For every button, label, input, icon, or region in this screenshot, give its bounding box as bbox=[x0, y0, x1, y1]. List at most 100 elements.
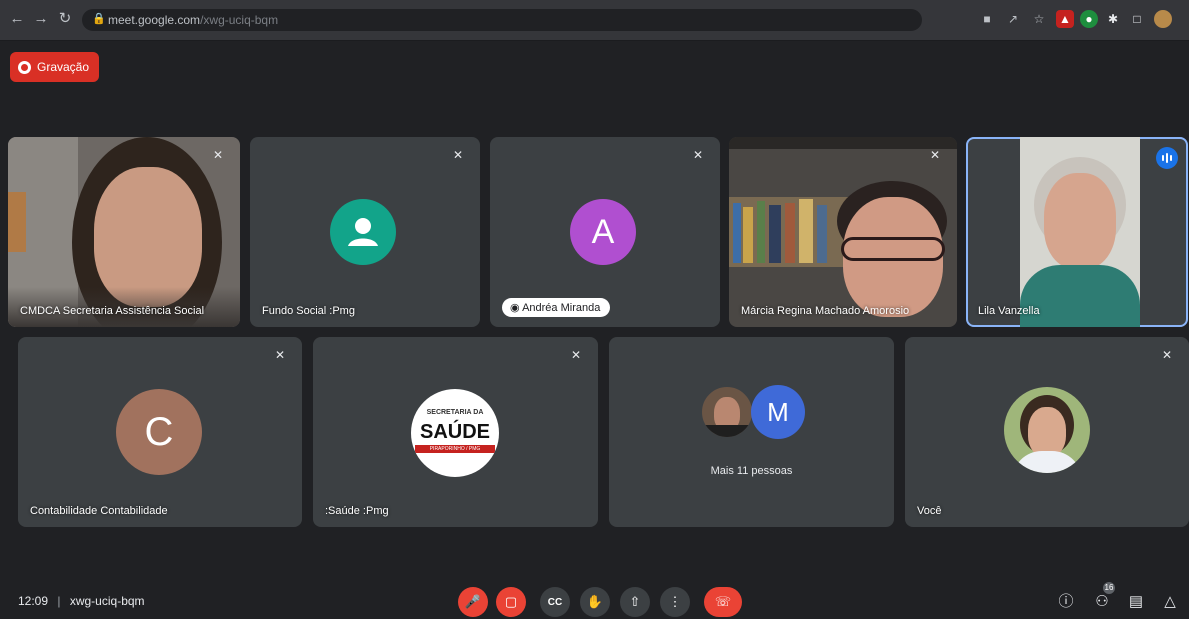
mic-off-icon: ✕ bbox=[274, 348, 286, 362]
mic-off-icon: ✕ bbox=[570, 348, 582, 362]
speaking-indicator-icon bbox=[1156, 147, 1178, 169]
lock-icon: 🔒 bbox=[92, 13, 106, 25]
activities-icon[interactable]: △ bbox=[1160, 592, 1180, 612]
recording-label: Gravação bbox=[37, 60, 90, 74]
video-background bbox=[785, 203, 795, 263]
participant-name: Lila Vanzella bbox=[978, 305, 1040, 317]
extensions-puzzle-icon[interactable]: ✱ bbox=[1104, 10, 1122, 28]
hand-icon: ✋ bbox=[586, 594, 604, 609]
meeting-info: 12:09 | xwg-uciq-bqm bbox=[18, 594, 145, 608]
people-icon[interactable]: ⚇ bbox=[1092, 592, 1112, 612]
people-count-badge: 16 bbox=[1103, 582, 1115, 594]
mic-off-icon: 🎤 bbox=[464, 594, 482, 609]
record-icon bbox=[18, 60, 31, 74]
raise-hand-button[interactable]: ✋ bbox=[580, 587, 610, 617]
share-icon[interactable]: ↗ bbox=[1004, 10, 1022, 28]
participant-tile[interactable]: SECRETARIA DA SAÚDE PIRAPORINHO / PMG ✕ … bbox=[313, 337, 598, 527]
recording-badge[interactable]: Gravação bbox=[10, 52, 100, 82]
camera-off-button[interactable]: ▢ bbox=[496, 587, 526, 617]
participant-name: CMDCA Secretaria Assistência Social bbox=[20, 305, 205, 317]
address-bar[interactable]: 🔒 meet.google.com/xwg-uciq-bqm bbox=[82, 9, 922, 31]
arrow-left-icon[interactable]: ← bbox=[8, 10, 26, 28]
more-options-button[interactable]: ⋮ bbox=[660, 587, 690, 617]
avatar-letter: A bbox=[591, 212, 615, 251]
side-panel-icon[interactable]: □ bbox=[1128, 10, 1146, 28]
logo-top-text: SECRETARIA DA bbox=[426, 409, 484, 416]
avatar-letter: M bbox=[767, 396, 789, 427]
participant-name: Você bbox=[917, 505, 942, 517]
leave-call-button[interactable]: ☏ bbox=[704, 587, 742, 617]
bookmark-star-icon[interactable]: ☆ bbox=[1030, 10, 1048, 28]
logo-bottom-text: PIRAPORINHO / PMG bbox=[429, 446, 481, 452]
logo-main-text: SAÚDE bbox=[419, 421, 490, 443]
participant-name-text: Andréa Miranda bbox=[522, 302, 601, 314]
avatar-letter: C bbox=[144, 409, 174, 454]
present-button[interactable]: ⇧ bbox=[620, 587, 650, 617]
video-background bbox=[8, 192, 26, 252]
more-vert-icon: ⋮ bbox=[668, 594, 682, 609]
participant-name: Fundo Social :Pmg bbox=[262, 305, 355, 317]
url-path: /xwg-uciq-bqm bbox=[200, 13, 279, 27]
media-icon[interactable]: ■ bbox=[978, 10, 996, 28]
browser-toolbar: ← → ↻ 🔒 meet.google.com/xwg-uciq-bqm ■ ↗… bbox=[0, 0, 1189, 41]
others-tile[interactable]: M Mais 11 pessoas bbox=[609, 337, 894, 527]
mic-off-icon: ✕ bbox=[212, 148, 224, 162]
person-icon bbox=[348, 218, 378, 246]
video-background bbox=[817, 205, 827, 263]
participant-tile[interactable]: ✕ CMDCA Secretaria Assistência Social bbox=[8, 137, 240, 327]
extension-icon[interactable]: ▲ bbox=[1056, 10, 1074, 28]
video-clothes bbox=[1020, 265, 1140, 327]
participant-name: Contabilidade Contabilidade bbox=[30, 505, 168, 517]
pin-icon: ◉ bbox=[510, 302, 520, 314]
video-background bbox=[769, 205, 781, 263]
separator: | bbox=[57, 594, 61, 608]
meeting-code: xwg-uciq-bqm bbox=[69, 594, 145, 608]
video-background bbox=[733, 203, 741, 263]
present-icon: ⇧ bbox=[629, 594, 641, 609]
video-face bbox=[94, 167, 202, 307]
captions-icon: CC bbox=[547, 596, 563, 608]
call-controls-bar: 12:09 | xwg-uciq-bqm 🎤 ▢ CC ✋ ⇧ ⋮ ☏ ⓘ ⚇ … bbox=[0, 578, 1189, 619]
participant-name: ◉ Andréa Miranda bbox=[502, 298, 611, 317]
profile-avatar-icon[interactable] bbox=[1154, 10, 1172, 28]
participant-tile[interactable]: A ✕ ◉ Andréa Miranda bbox=[490, 137, 720, 327]
avatar: M bbox=[751, 385, 805, 439]
captions-button[interactable]: CC bbox=[540, 587, 570, 617]
saude-logo: SECRETARIA DA SAÚDE PIRAPORINHO / PMG bbox=[411, 389, 499, 477]
clock-time: 12:09 bbox=[18, 594, 49, 608]
video-off-icon: ▢ bbox=[504, 594, 518, 609]
participant-tile[interactable]: ✕ Márcia Regina Machado Amorosio bbox=[729, 137, 957, 327]
chat-icon[interactable]: ▤ bbox=[1126, 592, 1146, 612]
avatar: C bbox=[116, 389, 202, 475]
info-icon[interactable]: ⓘ bbox=[1056, 592, 1076, 612]
mic-off-icon: ✕ bbox=[1161, 348, 1173, 362]
call-end-icon: ☏ bbox=[714, 594, 732, 609]
video-background bbox=[757, 201, 765, 263]
video-background bbox=[743, 207, 753, 263]
participant-tile[interactable]: Lila Vanzella bbox=[966, 137, 1188, 327]
participant-name: Márcia Regina Machado Amorosio bbox=[741, 305, 910, 317]
mic-off-icon: ✕ bbox=[692, 148, 704, 162]
avatar bbox=[330, 199, 396, 265]
avatar-clothes bbox=[702, 425, 752, 437]
video-clothes bbox=[1012, 451, 1082, 473]
video-background bbox=[799, 199, 813, 263]
url-text: meet.google.com/xwg-uciq-bqm bbox=[108, 13, 278, 27]
video-face bbox=[1044, 173, 1116, 269]
extension-icon[interactable]: ● bbox=[1080, 10, 1098, 28]
mic-off-icon: ✕ bbox=[929, 148, 941, 162]
mic-off-button[interactable]: 🎤 bbox=[458, 587, 488, 617]
video-face bbox=[1028, 407, 1066, 457]
avatar bbox=[700, 385, 754, 439]
arrow-right-icon[interactable]: → bbox=[32, 10, 50, 28]
participant-tile[interactable]: C ✕ Contabilidade Contabilidade bbox=[18, 337, 302, 527]
self-tile[interactable]: ✕ Você bbox=[905, 337, 1189, 527]
others-count-label: Mais 11 pessoas bbox=[710, 465, 793, 477]
reload-icon[interactable]: ↻ bbox=[56, 10, 74, 28]
avatar: A bbox=[570, 199, 636, 265]
participant-tile[interactable]: ✕ Fundo Social :Pmg bbox=[250, 137, 480, 327]
url-host: meet.google.com bbox=[108, 13, 201, 27]
mic-off-icon: ✕ bbox=[452, 148, 464, 162]
video-glasses bbox=[841, 237, 945, 261]
self-video bbox=[1004, 387, 1090, 473]
